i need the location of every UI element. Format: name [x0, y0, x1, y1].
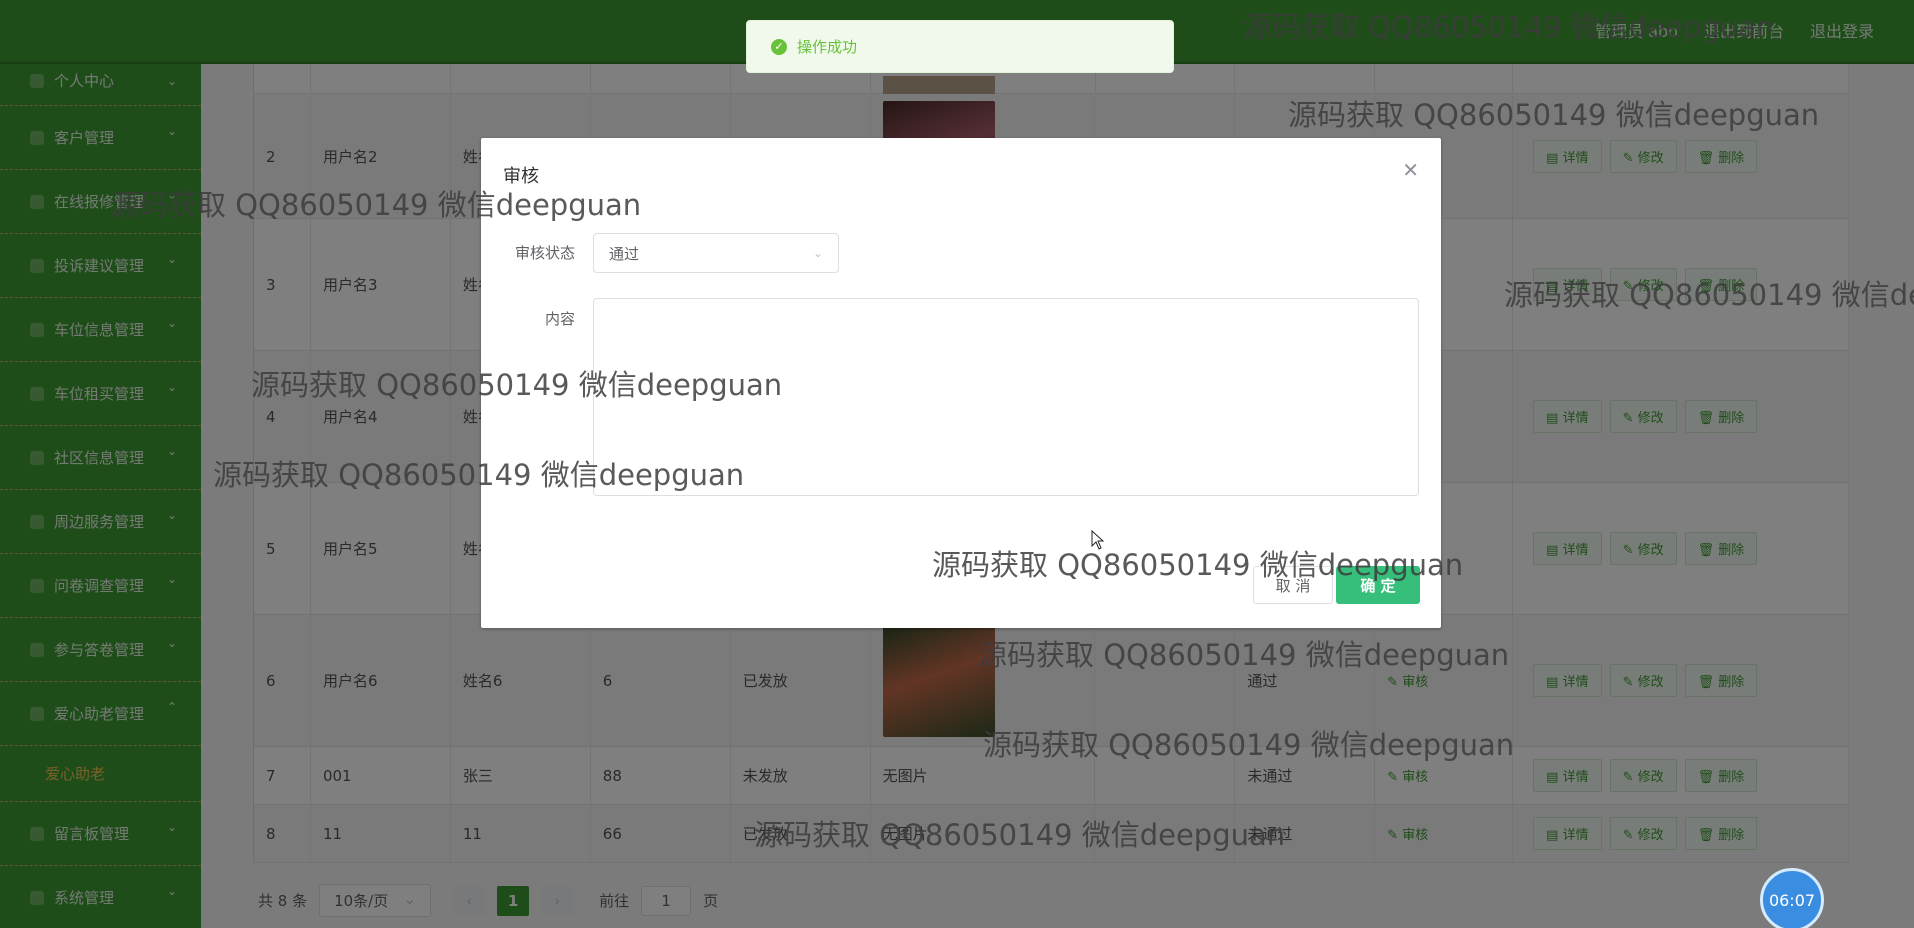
mouse-cursor-icon: [1091, 530, 1105, 550]
audit-status-label: 审核状态: [514, 244, 575, 262]
content-label: 内容: [544, 310, 575, 328]
audit-dialog: 审核 ✕ 审核状态 通过 ⌄ 内容 取 消 确 定: [481, 138, 1441, 628]
toast-message: 操作成功: [797, 38, 858, 56]
audit-status-value: 通过: [609, 244, 640, 263]
chevron-down-icon: ⌄: [812, 246, 823, 260]
content-textarea[interactable]: [593, 298, 1419, 496]
confirm-button[interactable]: 确 定: [1336, 566, 1420, 604]
dialog-title: 审核: [503, 166, 539, 187]
close-icon[interactable]: ✕: [1402, 158, 1419, 182]
cancel-button[interactable]: 取 消: [1253, 566, 1333, 604]
audit-status-select[interactable]: 通过 ⌄: [593, 233, 839, 273]
floating-clock-badge[interactable]: 06:07: [1760, 868, 1824, 928]
success-toast: ✓ 操作成功: [746, 20, 1174, 73]
success-check-icon: ✓: [771, 38, 787, 55]
